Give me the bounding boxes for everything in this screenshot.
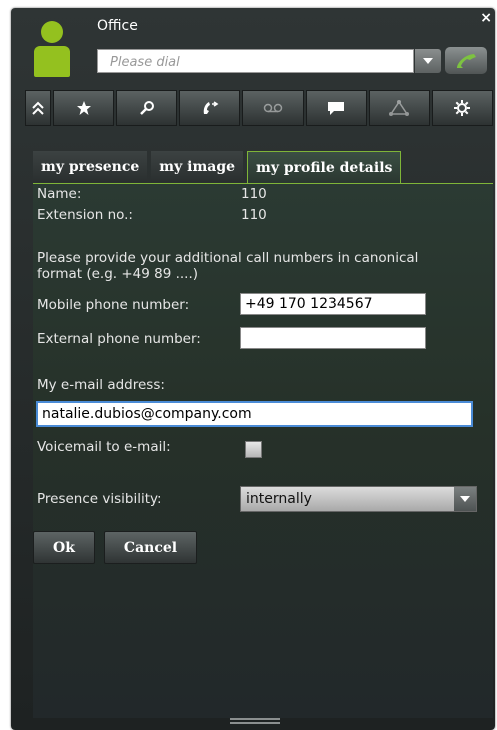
resize-grip[interactable] bbox=[230, 718, 280, 724]
network-icon bbox=[389, 100, 410, 116]
email-label: My e-mail address: bbox=[37, 377, 165, 393]
presence-visibility-select[interactable]: internally bbox=[240, 486, 477, 512]
close-button[interactable]: × bbox=[480, 10, 492, 26]
call-numbers-info: Please provide your additional call numb… bbox=[37, 250, 419, 282]
search-button[interactable] bbox=[116, 90, 178, 126]
mobile-label: Mobile phone number: bbox=[37, 297, 190, 313]
email-input[interactable] bbox=[36, 401, 473, 427]
chat-bubble-icon bbox=[328, 102, 345, 115]
avatar-body bbox=[34, 46, 70, 77]
avatar-head bbox=[41, 21, 63, 43]
chevron-down-icon bbox=[460, 496, 470, 502]
call-forwarding-button[interactable] bbox=[179, 90, 241, 126]
dial-dropdown-button[interactable] bbox=[415, 49, 441, 73]
extension-label: Extension no.: bbox=[37, 207, 133, 223]
name-value: 110 bbox=[241, 186, 267, 202]
search-icon bbox=[139, 101, 154, 115]
double-chevron-up-icon bbox=[32, 101, 44, 115]
tab-bar: my presence my image my profile details bbox=[33, 151, 402, 184]
dial-input[interactable] bbox=[108, 51, 392, 73]
chevron-down-icon bbox=[423, 58, 433, 64]
external-phone-input[interactable] bbox=[240, 327, 426, 349]
tab-my-profile-details[interactable]: my profile details bbox=[247, 151, 402, 184]
mobile-phone-input[interactable] bbox=[240, 293, 426, 315]
cancel-button[interactable]: Cancel bbox=[104, 531, 197, 564]
tab-my-image[interactable]: my image bbox=[151, 151, 244, 182]
voicemail-button[interactable] bbox=[242, 90, 304, 126]
window-title: Office bbox=[97, 18, 138, 34]
select-arrow bbox=[454, 487, 476, 511]
extension-value: 110 bbox=[241, 207, 267, 223]
dial-field[interactable] bbox=[97, 49, 414, 73]
voicemail-label: Voicemail to e-mail: bbox=[37, 439, 171, 455]
name-label: Name: bbox=[37, 186, 82, 202]
gear-icon bbox=[454, 100, 471, 116]
phone-client-window: × Office Please dial my presence my imag… bbox=[11, 8, 495, 730]
conference-button[interactable] bbox=[368, 90, 430, 126]
favorites-button[interactable] bbox=[53, 90, 115, 126]
tab-my-presence[interactable]: my presence bbox=[33, 151, 148, 182]
collapse-button[interactable] bbox=[25, 90, 51, 126]
presence-visibility-value: internally bbox=[246, 491, 312, 507]
toolbar bbox=[25, 90, 493, 126]
chat-button[interactable] bbox=[305, 90, 367, 126]
voicemail-icon bbox=[263, 103, 283, 113]
star-icon bbox=[76, 101, 91, 115]
presence-avatar[interactable] bbox=[34, 21, 70, 77]
visibility-label: Presence visibility: bbox=[37, 491, 162, 507]
forward-call-icon bbox=[203, 101, 219, 114]
settings-button[interactable] bbox=[431, 90, 493, 126]
phone-handset-icon bbox=[457, 53, 476, 68]
external-label: External phone number: bbox=[37, 331, 201, 347]
call-button[interactable] bbox=[445, 47, 487, 74]
voicemail-to-email-checkbox[interactable] bbox=[245, 441, 262, 458]
ok-button[interactable]: Ok bbox=[33, 531, 95, 564]
